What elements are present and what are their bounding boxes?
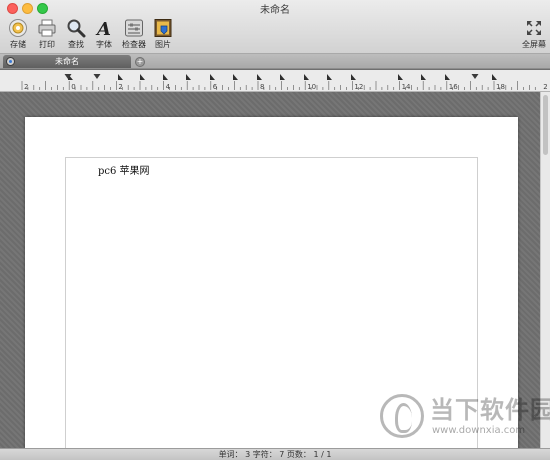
font-label: 字体 bbox=[96, 40, 112, 49]
watermark-url: www.downxia.com bbox=[432, 425, 526, 436]
tab-label: 未命名 bbox=[55, 57, 79, 66]
ruler-label: 14 bbox=[402, 83, 411, 91]
fullscreen-icon bbox=[527, 21, 541, 35]
ruler-label: 10 bbox=[307, 83, 316, 91]
ruler-label: 16 bbox=[449, 83, 458, 91]
tab-stop-marker[interactable] bbox=[492, 74, 497, 80]
text-editor-window: 未命名 存储 打印 查找 A 字体 检查器 图片 全屏幕 未命名 + 2 0 2… bbox=[0, 0, 550, 460]
watermark-brand: 当下软件园 bbox=[430, 396, 550, 424]
tab-stop-marker[interactable] bbox=[163, 74, 168, 80]
save-label: 存储 bbox=[10, 40, 26, 49]
ruler[interactable]: 2 0 2 4 6 8 10 12 14 16 18 2 bbox=[0, 70, 550, 92]
tab-stop-marker[interactable] bbox=[233, 74, 238, 80]
font-icon: A bbox=[95, 19, 111, 38]
fullscreen-button[interactable]: 全屏幕 bbox=[518, 18, 550, 50]
ruler-scale: 2 0 2 4 6 8 10 12 14 16 18 2 bbox=[21, 74, 548, 91]
tab-stop-marker[interactable] bbox=[280, 74, 285, 80]
window-title: 未命名 bbox=[260, 5, 290, 16]
watermark-logo bbox=[380, 394, 424, 438]
ruler-label: 2 bbox=[118, 83, 122, 91]
tab-stop-marker[interactable] bbox=[186, 74, 191, 80]
tab-stop-marker[interactable] bbox=[304, 74, 309, 80]
save-button[interactable]: 存储 bbox=[2, 18, 34, 50]
search-icon bbox=[67, 19, 86, 38]
tab-stop-marker[interactable] bbox=[351, 74, 356, 80]
tab-stop-marker[interactable] bbox=[210, 74, 215, 80]
status-bar: 单词： 3 字符： 7 页数： 1 / 1 bbox=[0, 448, 550, 460]
ruler-label: 0 bbox=[71, 83, 75, 91]
watermark: 当下软件园 www.downxia.com bbox=[380, 388, 550, 448]
tab-bar: 未命名 + bbox=[0, 54, 550, 69]
font-button[interactable]: A 字体 bbox=[88, 18, 120, 50]
tab-stop-marker[interactable] bbox=[398, 74, 403, 80]
picture-button[interactable]: 图片 bbox=[147, 18, 179, 50]
inspector-label: 检查器 bbox=[122, 40, 146, 49]
ruler-label: 4 bbox=[166, 83, 171, 91]
fullscreen-label: 全屏幕 bbox=[522, 40, 546, 49]
tab-stop-marker[interactable] bbox=[445, 74, 450, 80]
document-text[interactable]: pc6 苹果网 bbox=[98, 162, 150, 177]
title-toolbar-area: 未命名 存储 打印 查找 A 字体 检查器 图片 全屏幕 bbox=[0, 0, 550, 54]
tab-untitled[interactable]: 未命名 bbox=[3, 55, 131, 68]
first-line-indent-marker[interactable] bbox=[93, 74, 101, 79]
tab-stop-marker[interactable] bbox=[421, 74, 426, 80]
inspector-icon bbox=[125, 19, 143, 37]
save-icon bbox=[9, 19, 27, 37]
print-icon bbox=[38, 19, 56, 37]
svg-text:A: A bbox=[95, 19, 111, 38]
right-indent-marker[interactable] bbox=[471, 74, 479, 79]
tab-stop-marker[interactable] bbox=[257, 74, 262, 80]
document-stats: 单词： 3 字符： 7 页数： 1 / 1 bbox=[218, 450, 332, 459]
ruler-label: 8 bbox=[260, 83, 264, 91]
ruler-label: 2 bbox=[24, 83, 28, 91]
print-label: 打印 bbox=[39, 40, 55, 49]
tab-stop-marker[interactable] bbox=[140, 74, 145, 80]
add-tab-button[interactable]: + bbox=[135, 57, 145, 67]
ruler-label: 12 bbox=[354, 83, 363, 91]
ruler-label: 2 bbox=[543, 83, 547, 91]
tab-stop-marker[interactable] bbox=[327, 74, 332, 80]
picture-label: 图片 bbox=[155, 40, 171, 49]
inspector-button[interactable]: 检查器 bbox=[118, 18, 150, 50]
print-button[interactable]: 打印 bbox=[31, 18, 63, 50]
scrollbar-thumb[interactable] bbox=[543, 95, 548, 155]
tab-stop-marker[interactable] bbox=[118, 74, 123, 80]
ruler-label: 6 bbox=[213, 83, 218, 91]
picture-icon bbox=[154, 19, 172, 37]
ruler-label: 18 bbox=[496, 83, 505, 91]
